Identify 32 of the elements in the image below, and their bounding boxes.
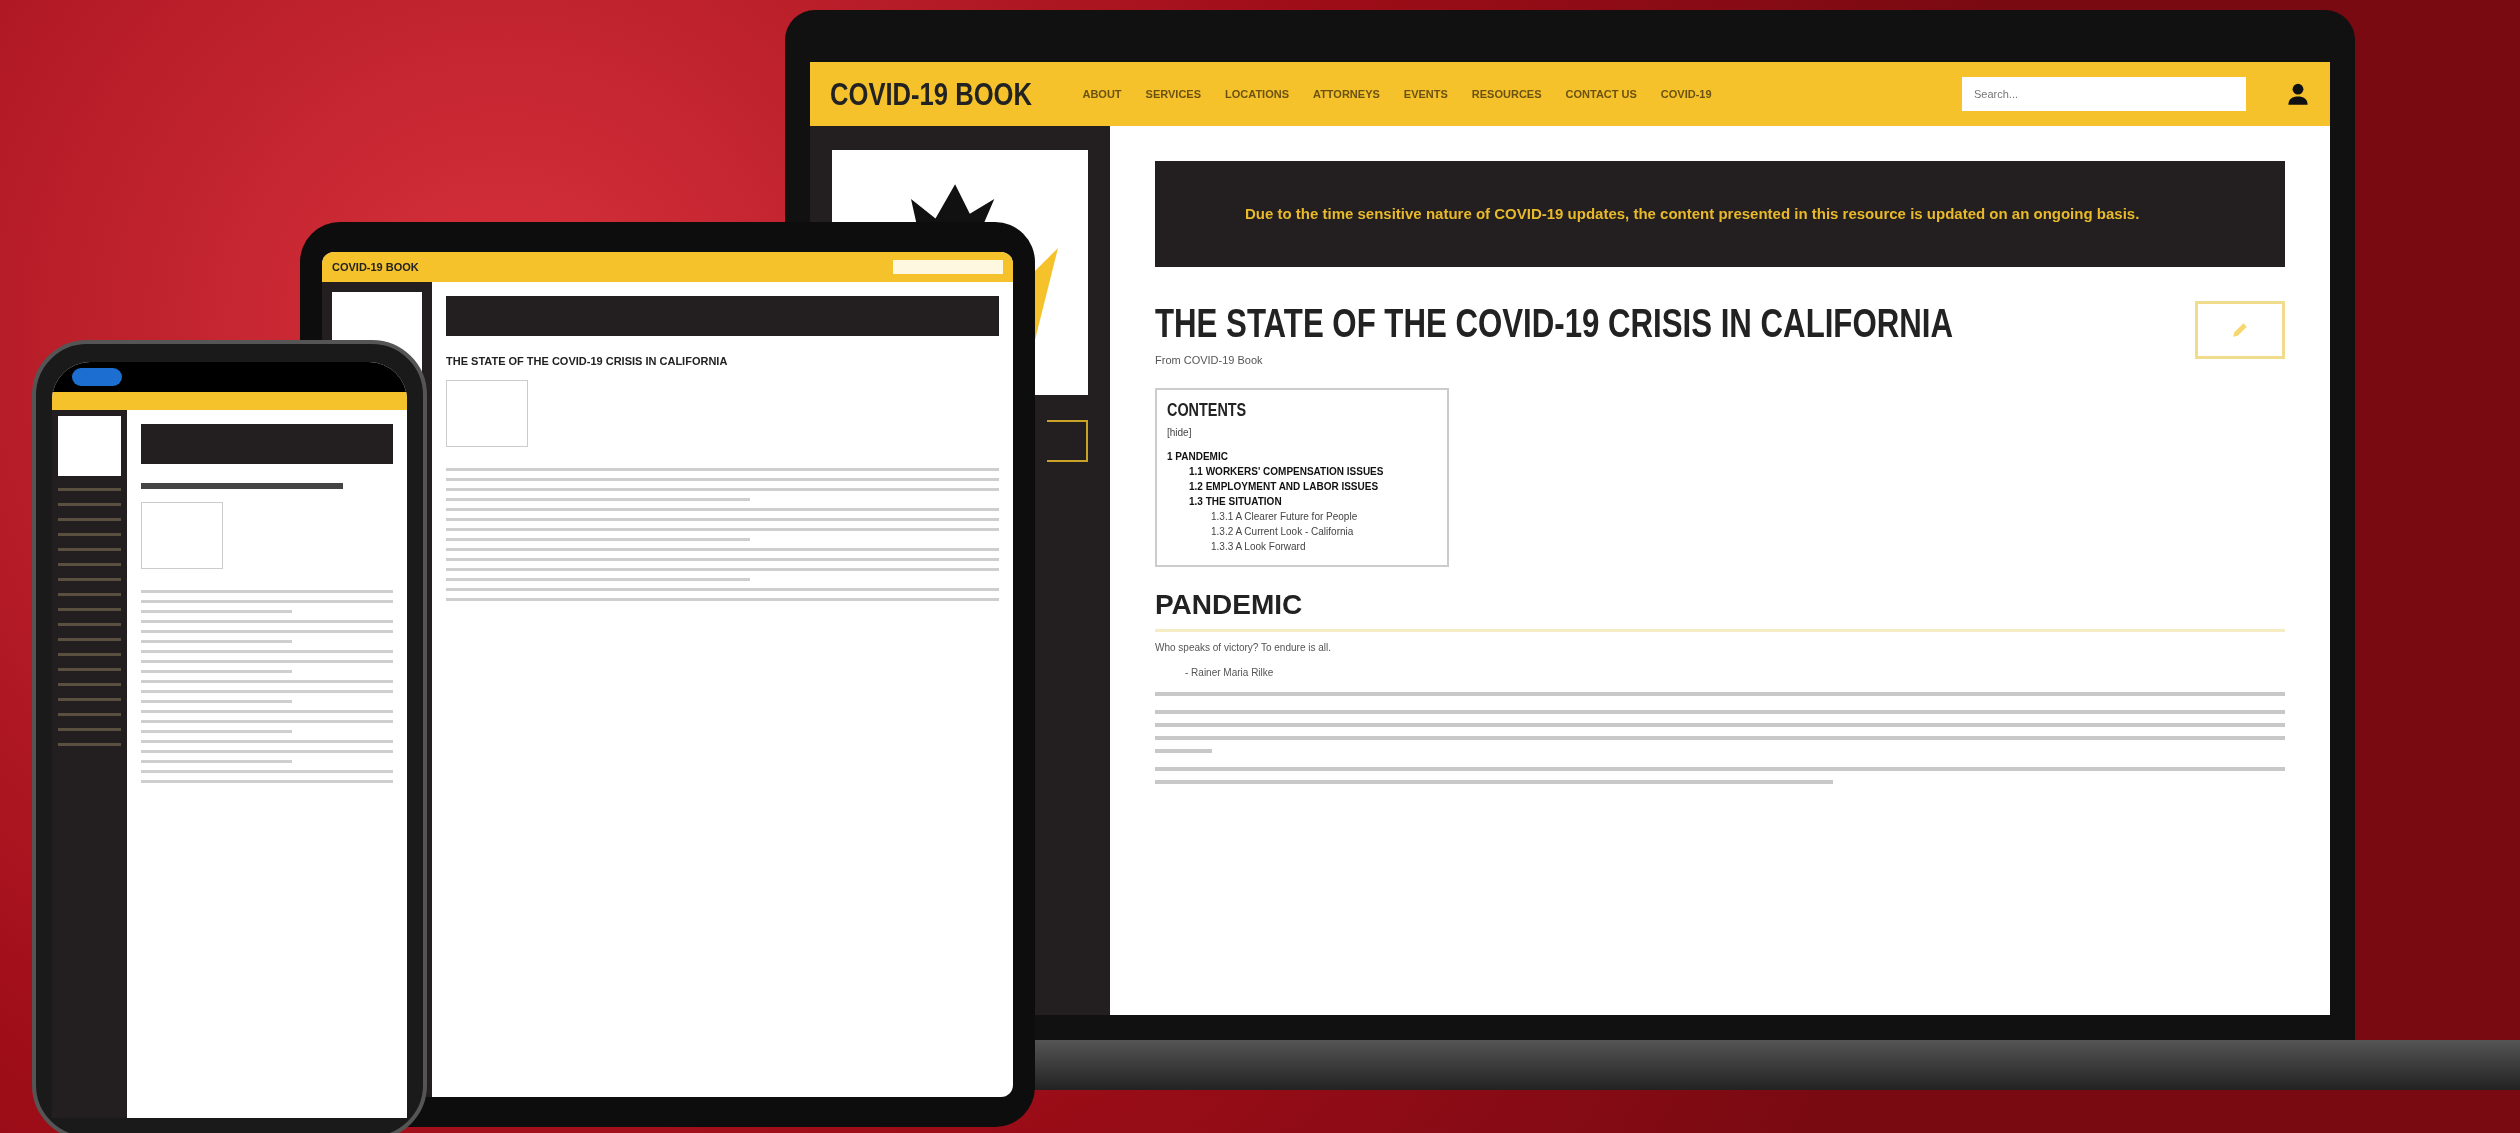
pencil-icon	[2231, 321, 2249, 339]
nav-link[interactable]: EVENTS	[1403, 88, 1448, 100]
nav-link[interactable]: LOCATIONS	[1225, 88, 1289, 100]
nav-link[interactable]: SERVICES	[1145, 88, 1202, 100]
contents-link[interactable]: 1.1 WORKERS' COMPENSATION ISSUES	[1189, 466, 1384, 477]
nav-link[interactable]: COVID-19	[1660, 88, 1712, 100]
nav-link[interactable]: RESOURCES	[1471, 88, 1542, 100]
contents-link[interactable]: 1 PANDEMIC	[1167, 451, 1228, 462]
contents-title: CONTENTS	[1167, 400, 1247, 421]
search-field[interactable]	[893, 260, 1003, 274]
quote-author: - Rainer Maria Rilke	[1185, 667, 1275, 678]
page-title: THE STATE OF THE COVID-19 CRISIS IN CALIFORNIA	[1155, 301, 1953, 346]
time-pill	[72, 368, 122, 386]
site-title[interactable]: COVID-19 BOOK	[332, 261, 419, 273]
page-subtitle: From COVID-19 Book	[1155, 354, 1264, 366]
page-title: THE STATE OF THE COVID-19 CRISIS IN CALIFORNIA	[446, 355, 729, 367]
sidebar-button[interactable]	[1047, 420, 1088, 462]
nav-link[interactable]: CONTACT US	[1565, 88, 1637, 100]
notice-text: Due to the time sensitive nature of COVID-19 updates, the content presented in this resource is updated on an ongoing basis.	[1245, 204, 2141, 224]
quote-text: Who speaks of victory? To endure is all.	[1155, 642, 1332, 653]
site-title[interactable]: COVID-19 BOOK	[830, 75, 1032, 113]
contents-link[interactable]: 1.3.1 A Clearer Future for People	[1211, 511, 1358, 522]
search-field[interactable]: Search...	[1962, 77, 2246, 111]
contents-link[interactable]: 1.2 EMPLOYMENT AND LABOR ISSUES	[1189, 481, 1379, 492]
user-icon[interactable]	[2286, 82, 2310, 106]
nav-link[interactable]: ABOUT	[1082, 88, 1122, 100]
nav-link[interactable]: ATTORNEYS	[1313, 88, 1380, 100]
contents-link[interactable]: 1.3.2 A Current Look - California	[1211, 526, 1354, 537]
hide-link[interactable]: [hide]	[1167, 427, 1192, 438]
contents-link[interactable]: 1.3.3 A Look Forward	[1211, 541, 1306, 552]
section-heading: PANDEMIC	[1155, 589, 2285, 632]
contents-link[interactable]: 1.3 THE SITUATION	[1189, 496, 1282, 507]
